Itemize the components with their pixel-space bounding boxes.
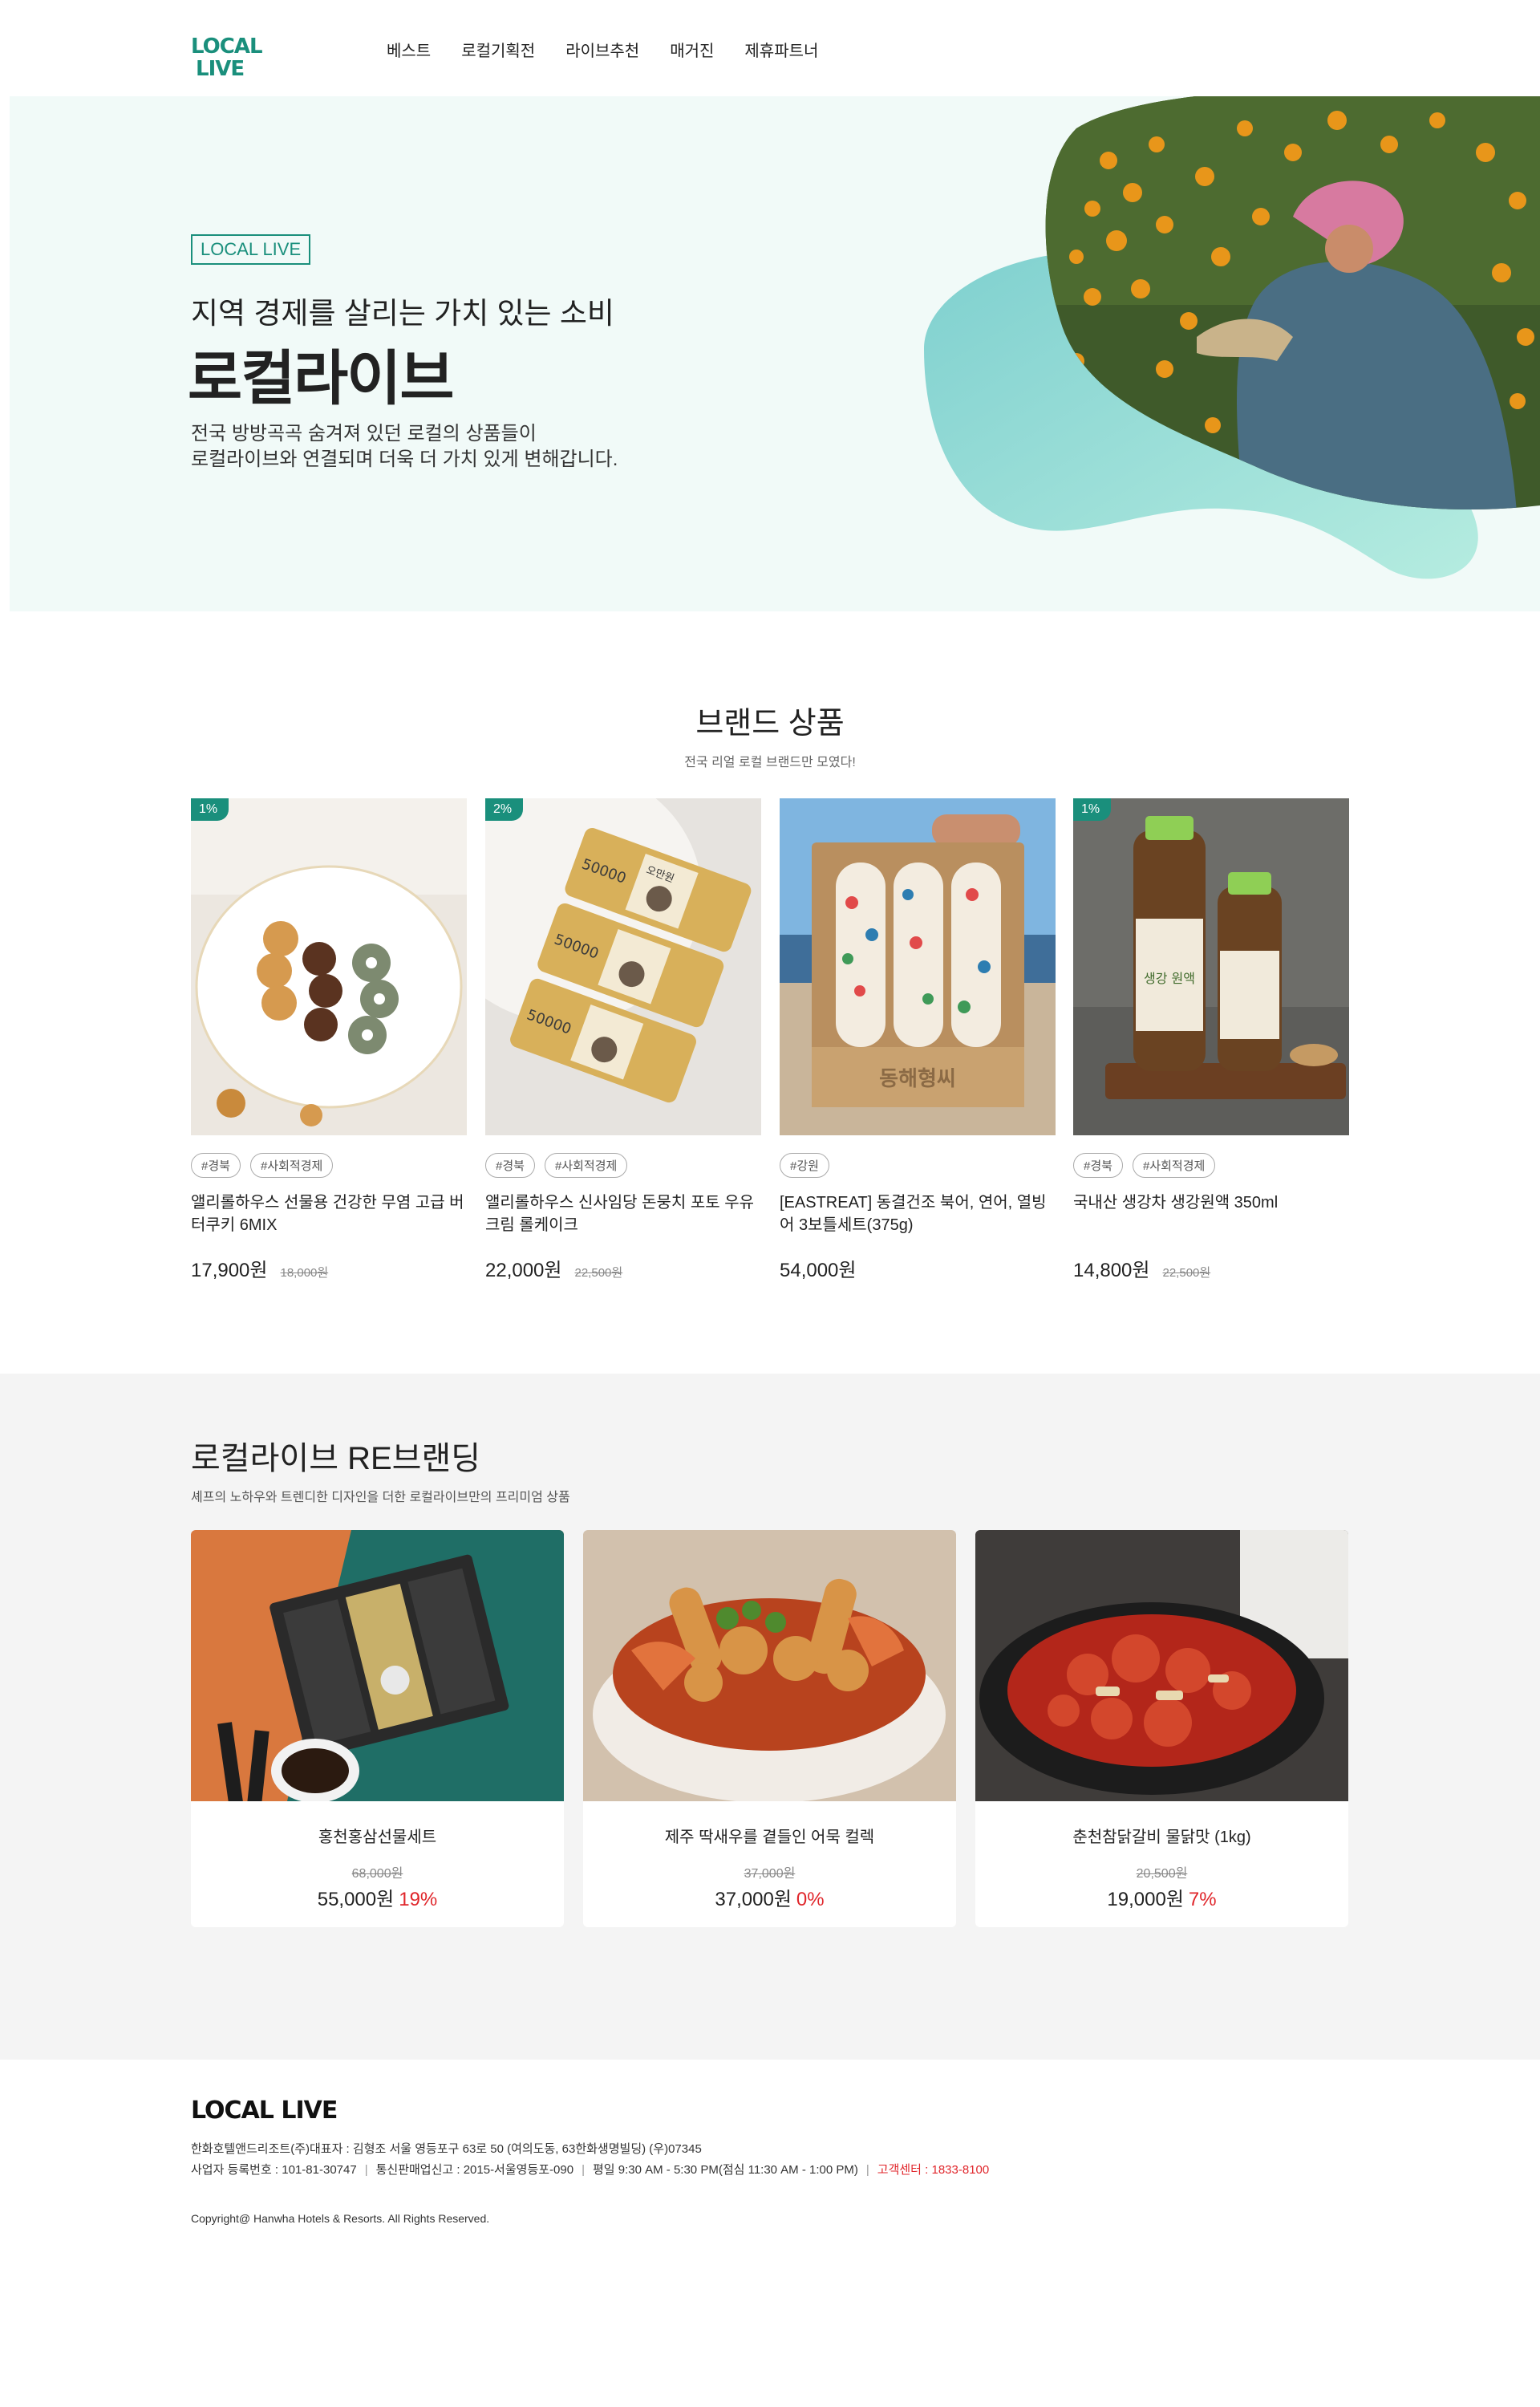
divider: |	[364, 2163, 368, 2177]
discount-badge: 1%	[1073, 798, 1112, 821]
product-card[interactable]: 동해형씨 #강원 [EASTREAT] 동결건조 북어, 연어, 열빙어 3보틀…	[780, 798, 1056, 1304]
rebrand-subtitle: 셰프의 노하우와 트렌디한 디자인을 더한 로컬라이브만의 프리미엄 상품	[191, 1491, 570, 1504]
rebrand-image-fishcake[interactable]	[583, 1530, 956, 1801]
nav-item-live[interactable]: 라이브추천	[565, 38, 639, 61]
site-logo[interactable]: LOCAL LIVE	[191, 35, 263, 85]
rebrand-price-row: 55,000원 19%	[191, 1883, 564, 1911]
rebrand-original-price: 37,000원	[744, 1867, 796, 1881]
product-original-price: 22,500원	[574, 1266, 623, 1280]
rebrand-price-row: 19,000원 7%	[975, 1883, 1348, 1911]
rebrand-card[interactable]: 홍천홍삼선물세트 68,000원 55,000원 19%	[191, 1530, 564, 1927]
company-info-row: 사업자 등록번호 : 101-81-30747 | 통신판매업신고 : 2015-서…	[191, 2161, 989, 2178]
rebrand-original-price: 20,500원	[1136, 1867, 1188, 1881]
product-price-row: 54,000원	[780, 1254, 857, 1282]
rebrand-product-name[interactable]: 제주 딱새우를 곁들인 어묵 컬렉	[583, 1824, 956, 1847]
discount-badge: 2%	[485, 798, 524, 821]
product-tags: #강원	[780, 1153, 829, 1178]
rebrand-card[interactable]: 제주 딱새우를 곁들인 어묵 컬렉 37,000원 37,000원 0%	[583, 1530, 956, 1927]
product-card[interactable]: 1% #경북 #사회적경제 앨리롤하우스 선물용 건강한 무염 고급 버터쿠키 …	[191, 798, 467, 1304]
category-tag[interactable]: #사회적경제	[1132, 1153, 1216, 1178]
site-footer: LOCAL LIVE 한화호텔앤드리조트(주)대표자 : 김형조 서울 영등포구…	[0, 2060, 1540, 2407]
product-price: 14,800원	[1073, 1260, 1150, 1281]
hero-badge: LOCAL LIVE	[191, 234, 311, 265]
product-image-rollcake[interactable]: 50000 50000 50000 오만원	[485, 798, 761, 1135]
hero-banner: LOCAL LIVE 지역 경제를 살리는 가치 있는 소비 로컬라이브 전국 …	[10, 96, 1540, 611]
product-price-row: 17,900원 18,000원	[191, 1254, 328, 1282]
logo-bottom-text: LIVE	[196, 57, 245, 81]
product-image-ginger[interactable]: 생강 원액	[1073, 798, 1349, 1135]
rebrand-image-ginseng[interactable]	[191, 1530, 564, 1801]
category-tag[interactable]: #사회적경제	[544, 1153, 628, 1178]
product-name[interactable]: 국내산 생강차 생강원액 350ml	[1073, 1191, 1349, 1214]
logo-top-text: LOCAL	[191, 35, 263, 59]
hero-description: 전국 방방곡곡 숨겨져 있던 로컬의 상품들이 로컬라이브와 연결되며 더욱 더…	[191, 421, 618, 473]
product-image-fish-set[interactable]: 동해형씨	[780, 798, 1056, 1135]
main-nav: 베스트 로컬기획전 라이브추천 매거진 제휴파트너	[387, 38, 849, 61]
product-price-row: 22,000원 22,500원	[485, 1254, 622, 1282]
rebrand-title: 로컬라이브 RE브랜딩	[191, 1441, 481, 1476]
product-card[interactable]: 50000 50000 50000 오만원 2% #경북 #사회적경제 앨리롤하…	[485, 798, 761, 1304]
product-tags: #경북 #사회적경제	[1073, 1153, 1216, 1178]
box-label: 동해형씨	[879, 1067, 956, 1091]
bottle-label: 생강 원액	[1144, 971, 1195, 986]
nav-item-best[interactable]: 베스트	[387, 38, 431, 61]
rebrand-card[interactable]: 춘천참닭갈비 물닭맛 (1kg) 20,500원 19,000원 7%	[975, 1530, 1348, 1927]
product-original-price: 22,500원	[1162, 1266, 1211, 1280]
mail-order-license: 통신판매업신고 : 2015-서울영등포-090	[375, 2163, 574, 2177]
region-tag[interactable]: #강원	[780, 1153, 829, 1178]
region-tag[interactable]: #경북	[485, 1153, 535, 1178]
company-address: 한화호텔앤드리조트(주)대표자 : 김형조 서울 영등포구 63로 50 (여의…	[191, 2142, 702, 2156]
rebrand-product-name[interactable]: 홍천홍삼선물세트	[191, 1824, 564, 1847]
product-price: 54,000원	[780, 1260, 857, 1281]
footer-logo[interactable]: LOCAL LIVE	[191, 2096, 338, 2125]
rebrand-discount: 7%	[1188, 1889, 1217, 1910]
product-tags: #경북 #사회적경제	[191, 1153, 334, 1178]
nav-item-exhibition[interactable]: 로컬기획전	[461, 38, 535, 61]
site-header: LOCAL LIVE 베스트 로컬기획전 라이브추천 매거진 제휴파트너	[0, 0, 1540, 96]
region-tag[interactable]: #경북	[1073, 1153, 1123, 1178]
product-tags: #경북 #사회적경제	[485, 1153, 628, 1178]
product-name[interactable]: 앨리롤하우스 신사임당 돈뭉치 포토 우유크림 롤케이크	[485, 1191, 761, 1236]
discount-badge: 1%	[191, 798, 229, 821]
rebrand-price: 55,000원	[317, 1889, 395, 1910]
product-name[interactable]: 앨리롤하우스 선물용 건강한 무염 고급 버터쿠키 6MIX	[191, 1191, 467, 1236]
brand-section-title: 브랜드 상품	[695, 707, 845, 741]
product-price-row: 14,800원 22,500원	[1073, 1254, 1210, 1282]
brand-section-subtitle: 전국 리얼 로컬 브랜드만 모였다!	[684, 756, 856, 769]
business-reg-number: 사업자 등록번호 : 101-81-30747	[191, 2163, 357, 2177]
product-price: 17,900원	[191, 1260, 268, 1281]
rebrand-image-dakgalbi[interactable]	[975, 1530, 1348, 1801]
rebrand-price-row: 37,000원 0%	[583, 1883, 956, 1911]
product-name[interactable]: [EASTREAT] 동결건조 북어, 연어, 열빙어 3보틀세트(375g)	[780, 1191, 1056, 1236]
divider: |	[582, 2163, 585, 2177]
product-original-price: 18,000원	[280, 1266, 329, 1280]
category-tag[interactable]: #사회적경제	[249, 1153, 334, 1178]
hero-subtitle: 지역 경제를 살리는 가치 있는 소비	[191, 297, 614, 330]
rebrand-price: 37,000원	[715, 1889, 792, 1910]
product-image-cookies[interactable]	[191, 798, 467, 1135]
product-card[interactable]: 생강 원액 1% #경북 #사회적경제 국내산 생강차 생강원액 350ml 1…	[1073, 798, 1349, 1304]
nav-item-partner[interactable]: 제휴파트너	[744, 38, 818, 61]
rebrand-original-price: 68,000원	[351, 1867, 403, 1881]
rebrand-discount: 0%	[796, 1889, 825, 1910]
copyright: Copyright@ Hanwha Hotels & Resorts. All …	[191, 2212, 490, 2225]
region-tag[interactable]: #경북	[191, 1153, 241, 1178]
rebrand-price: 19,000원	[1107, 1889, 1184, 1910]
hero-title: 로컬라이브	[188, 345, 454, 412]
rebrand-discount: 19%	[399, 1889, 438, 1910]
product-price: 22,000원	[485, 1260, 562, 1281]
rebrand-product-name[interactable]: 춘천참닭갈비 물닭맛 (1kg)	[975, 1824, 1348, 1847]
divider: |	[865, 2163, 869, 2177]
nav-item-magazine[interactable]: 매거진	[670, 38, 714, 61]
customer-center-phone[interactable]: 고객센터 : 1833-8100	[877, 2163, 989, 2177]
hero-desc-line1: 전국 방방곡곡 숨겨져 있던 로컬의 상품들이	[191, 423, 537, 444]
business-hours: 평일 9:30 AM - 5:30 PM(점심 11:30 AM - 1:00 …	[593, 2163, 858, 2177]
hero-desc-line2: 로컬라이브와 연결되며 더욱 더 가치 있게 변해갑니다.	[191, 449, 618, 470]
hero-orchard-image	[924, 96, 1540, 579]
